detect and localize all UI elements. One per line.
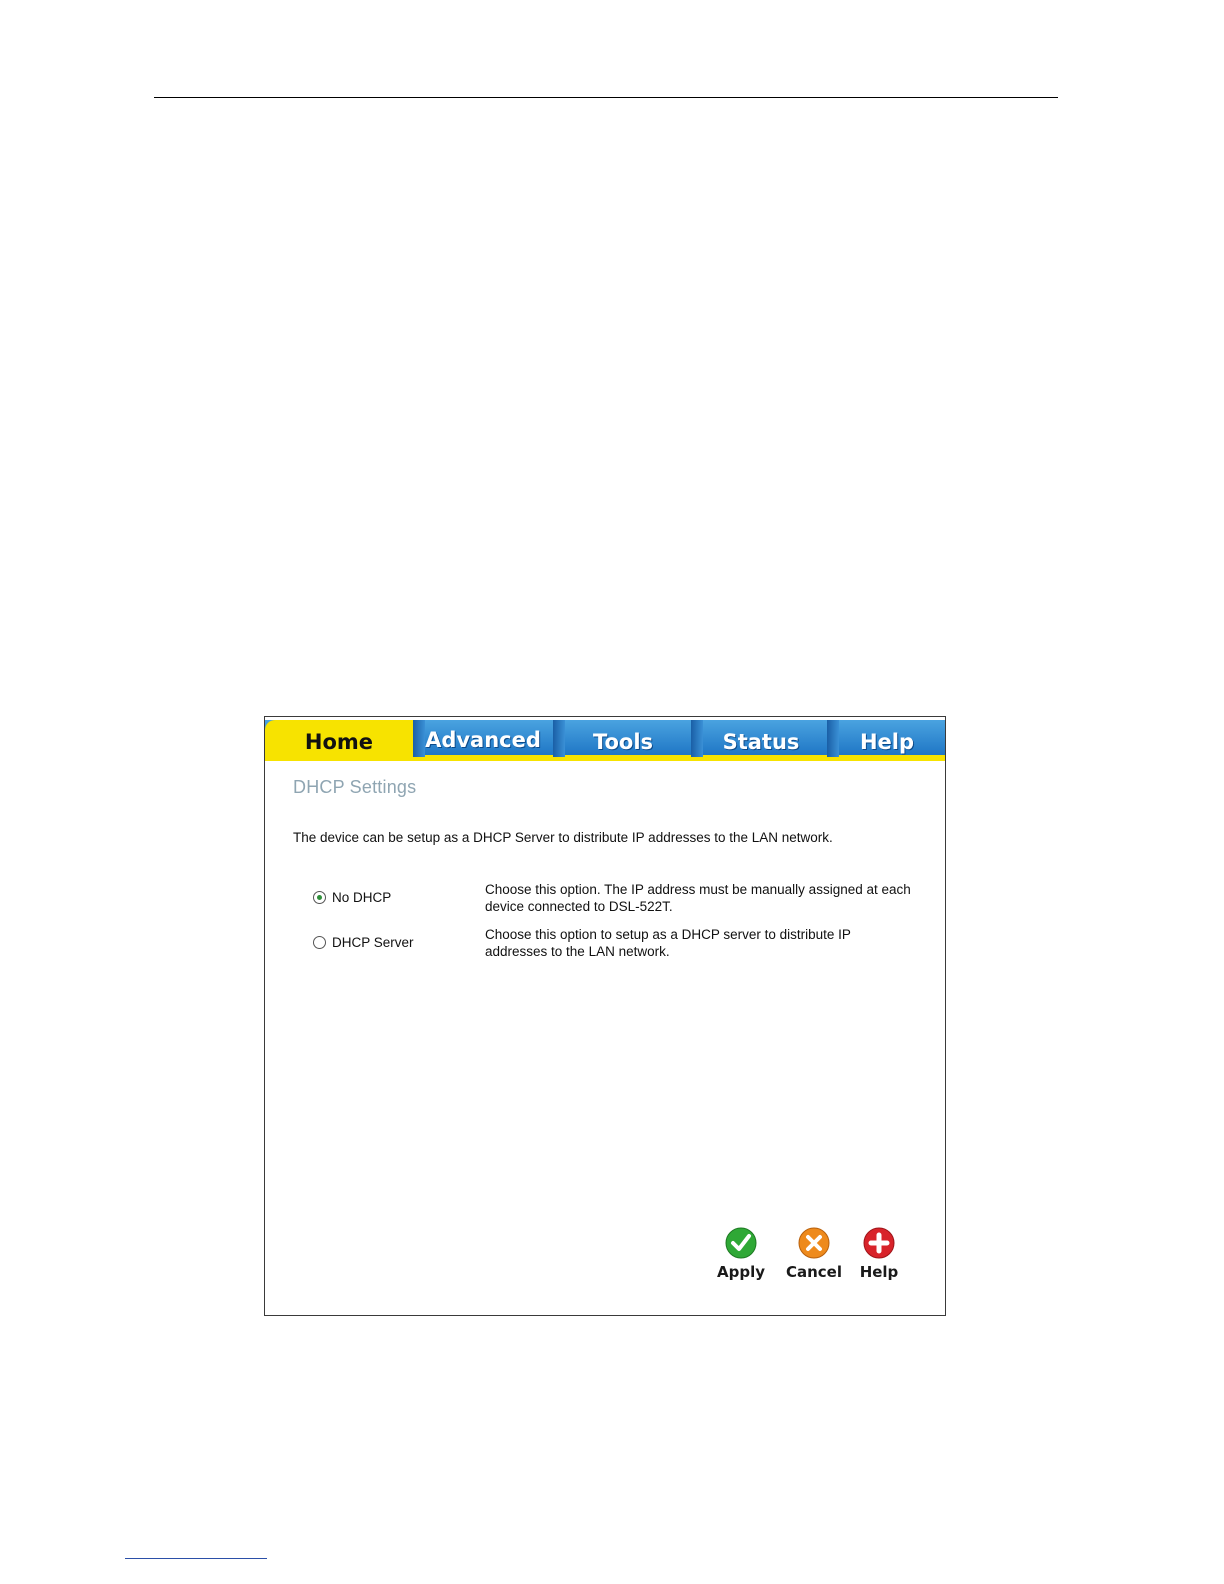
help-button[interactable]: Help xyxy=(844,1227,914,1281)
tab-help[interactable]: Help xyxy=(829,720,945,757)
tab-tools[interactable]: Tools xyxy=(555,720,691,757)
dhcp-server-label[interactable]: DHCP Server xyxy=(332,935,414,950)
page-title: DHCP Settings xyxy=(293,777,417,797)
check-icon xyxy=(725,1227,757,1259)
no-dhcp-radio[interactable] xyxy=(313,891,326,904)
page-header-rule xyxy=(154,97,1058,98)
tab-status[interactable]: Status xyxy=(693,720,829,757)
cancel-button[interactable]: Cancel xyxy=(779,1227,849,1281)
apply-button[interactable]: Apply xyxy=(706,1227,776,1281)
router-config-window: Home Advanced Tools Status Help DHCP Set… xyxy=(264,716,946,1316)
x-icon xyxy=(798,1227,830,1259)
no-dhcp-label[interactable]: No DHCP xyxy=(332,890,391,905)
no-dhcp-description: Choose this option. The IP address must … xyxy=(485,882,911,914)
option-no-dhcp: No DHCP Choose this option. The IP addre… xyxy=(313,881,933,917)
intro-text: The device can be setup as a DHCP Server… xyxy=(293,830,833,845)
tab-home[interactable]: Home xyxy=(265,720,413,757)
help-label: Help xyxy=(859,1263,899,1281)
dhcp-server-radio[interactable] xyxy=(313,936,326,949)
dhcp-server-description: Choose this option to setup as a DHCP se… xyxy=(485,927,851,959)
cancel-label: Cancel xyxy=(785,1263,842,1281)
main-tab-bar: Home Advanced Tools Status Help xyxy=(265,717,945,763)
tab-advanced[interactable]: Advanced xyxy=(413,720,553,757)
plus-icon xyxy=(863,1227,895,1259)
option-dhcp-server: DHCP Server Choose this option to setup … xyxy=(313,926,933,962)
page-footer-rule xyxy=(125,1558,267,1559)
apply-label: Apply xyxy=(716,1263,765,1281)
